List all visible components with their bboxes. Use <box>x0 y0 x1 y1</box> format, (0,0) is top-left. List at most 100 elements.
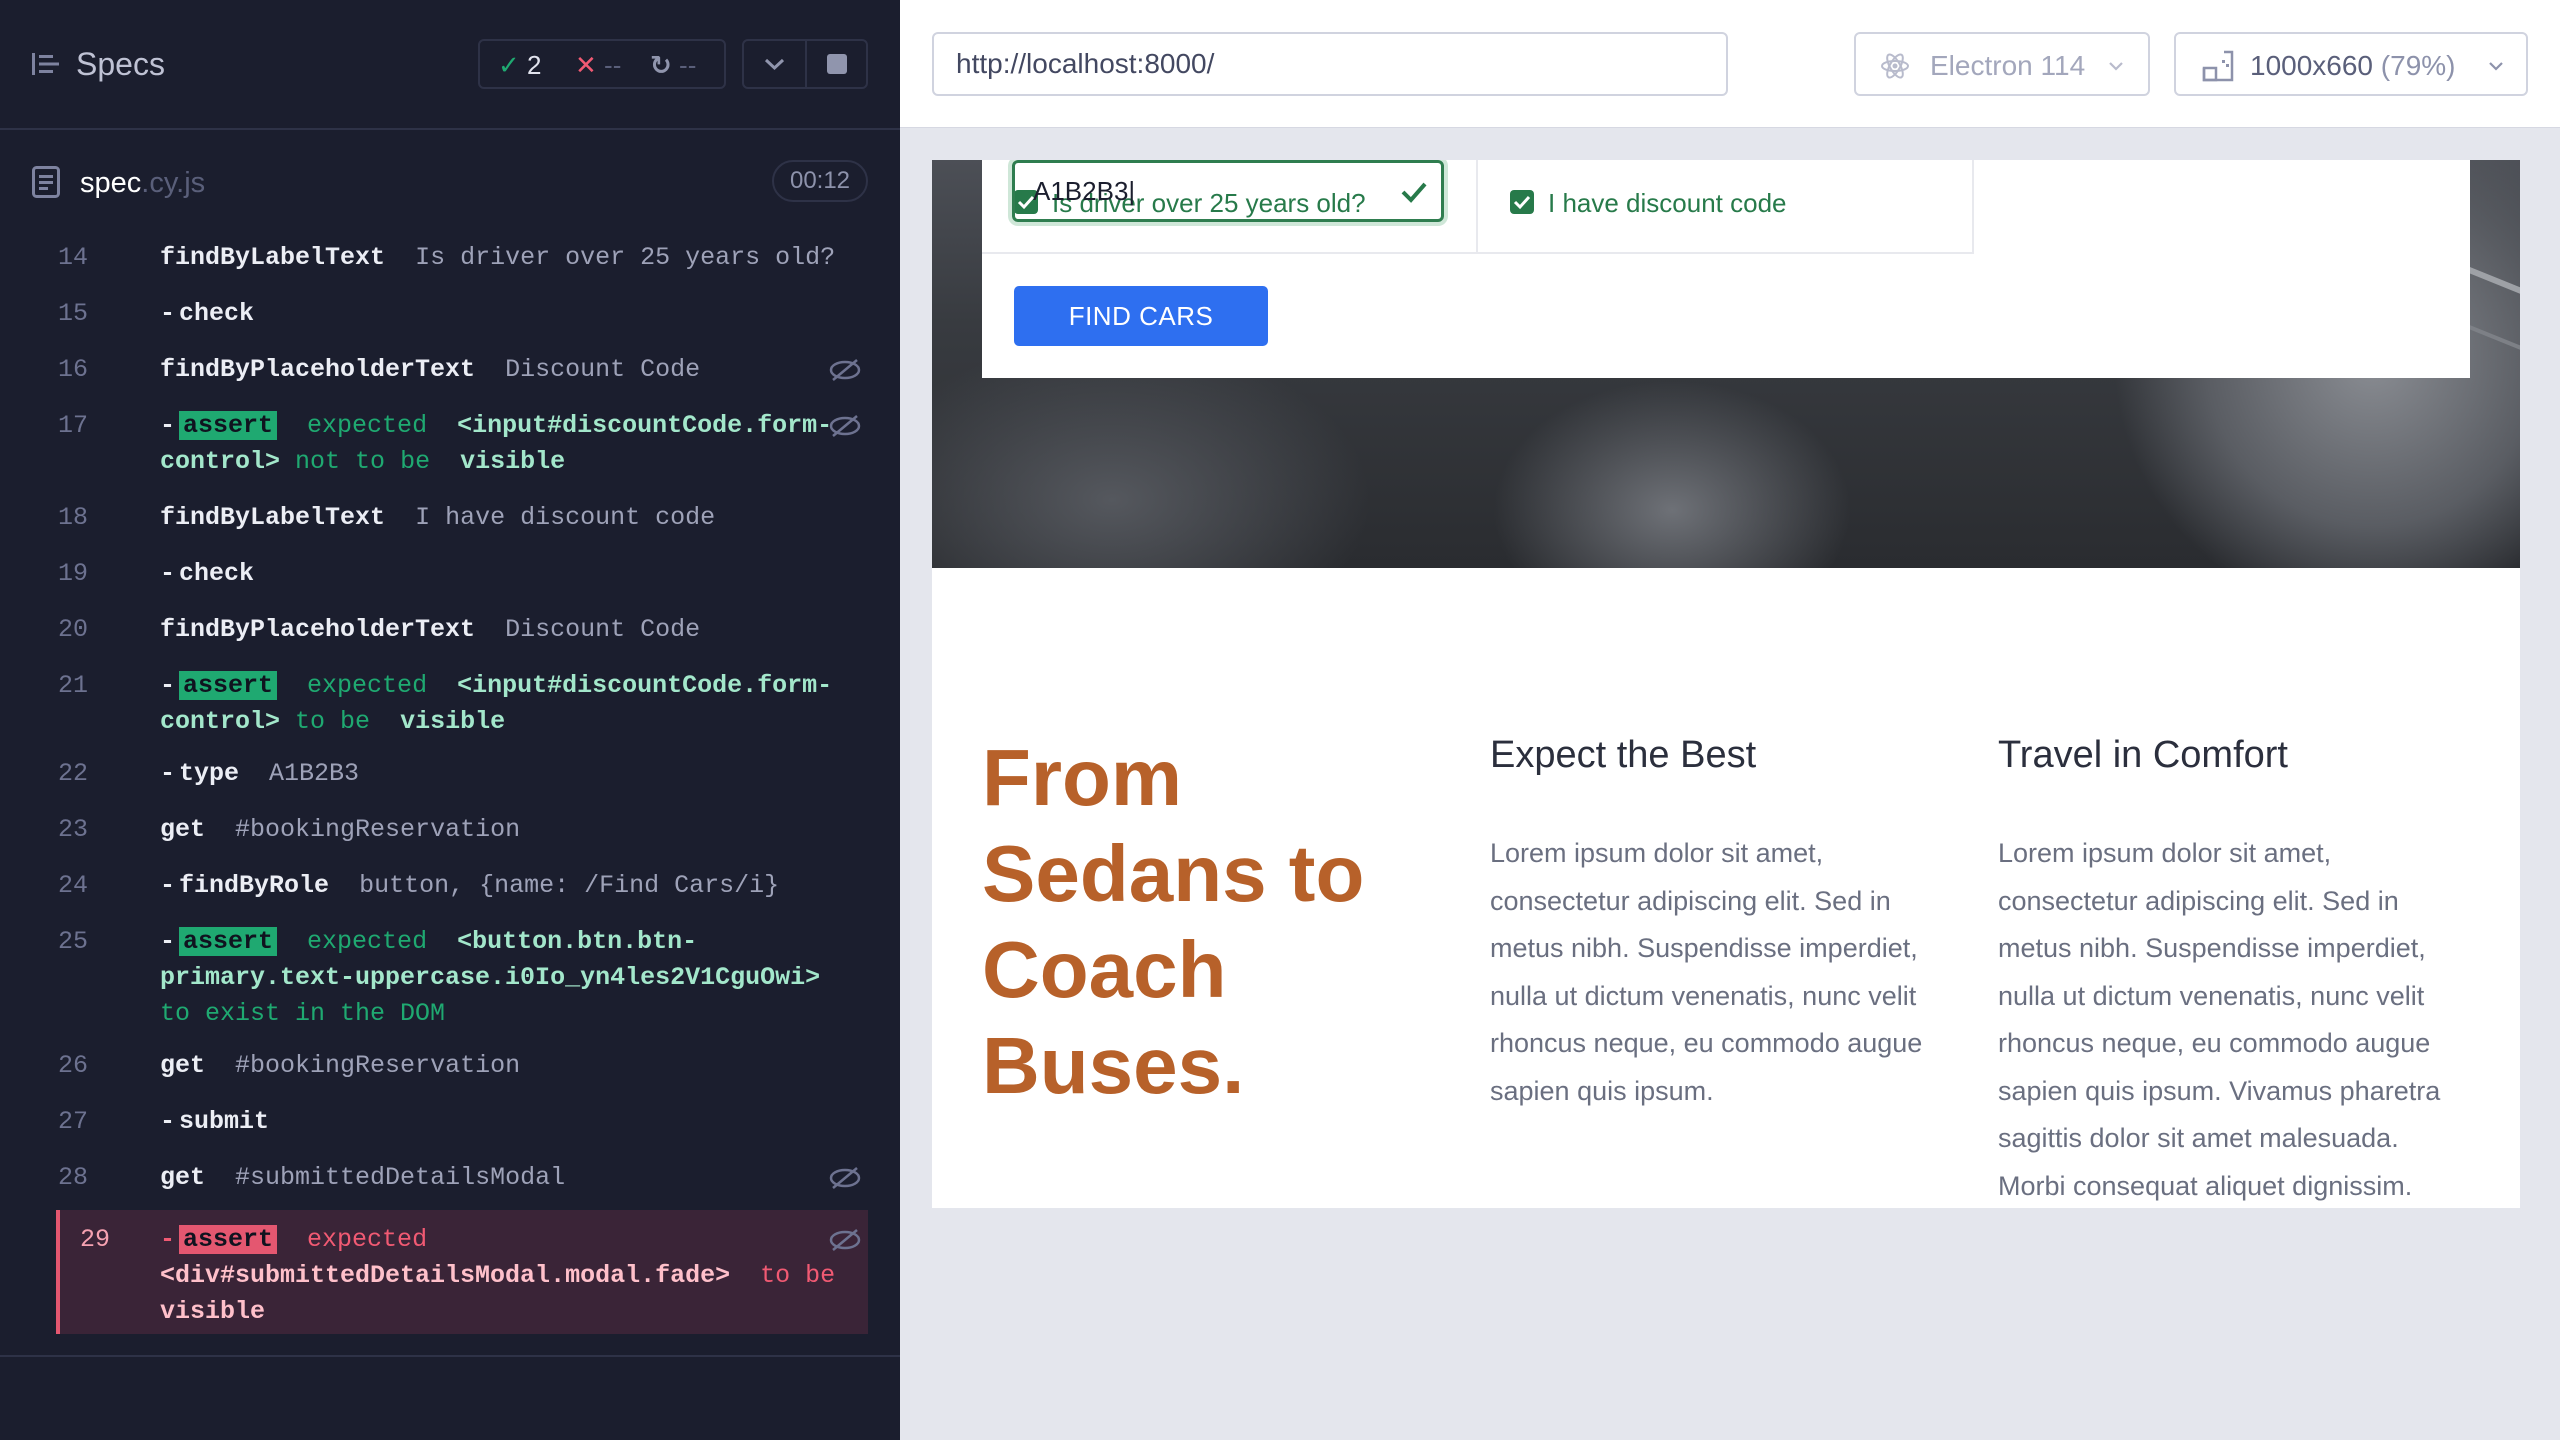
line-number: 14 <box>58 243 89 272</box>
hidden-eye-icon <box>829 1229 861 1251</box>
command-log-panel: Specs ✓ 2 ✕ -- ↻ -- spec.cy.js 00:12 14 … <box>0 0 900 1440</box>
x-icon: ✕ <box>575 50 597 80</box>
command-name: get <box>160 1051 206 1080</box>
test-stats: ✓ 2 ✕ -- ↻ -- <box>478 39 726 89</box>
line-number: 24 <box>58 871 89 900</box>
assert-text: expected <box>307 1225 428 1254</box>
auto-scroll-button[interactable] <box>744 41 805 87</box>
assert-value: visible <box>400 707 506 736</box>
hidden-eye-icon <box>829 359 861 381</box>
specs-title[interactable]: Specs <box>76 46 165 83</box>
line-number: 23 <box>58 815 89 844</box>
failed-count: ✕ -- <box>575 50 621 81</box>
assert-badge: assert <box>179 411 278 440</box>
line-number: 25 <box>58 927 89 956</box>
command-arg: A1B2B3 <box>269 759 360 788</box>
command-arg: #bookingReservation <box>235 1051 521 1080</box>
discount-checkbox[interactable] <box>1510 190 1534 214</box>
check-icon: ✓ <box>498 50 520 80</box>
discount-label[interactable]: I have discount code <box>1548 188 1787 219</box>
line-number: 18 <box>58 503 89 532</box>
line-number: 15 <box>58 299 89 328</box>
feature-title: Travel in Comfort <box>1998 734 2288 776</box>
assert-text: to be <box>760 1261 836 1290</box>
line-number: 21 <box>58 671 89 700</box>
assert-text: to be <box>295 707 371 736</box>
line-number: 19 <box>58 559 89 588</box>
command-name: check <box>179 559 255 588</box>
line-number: 26 <box>58 1051 89 1080</box>
passed-value: 2 <box>527 50 542 80</box>
command-arg: #bookingReservation <box>235 815 521 844</box>
command-arg: button, {name: /Find Cars/i} <box>359 871 780 900</box>
discount-code-input[interactable]: A1B2B3| <box>1012 160 1444 222</box>
browser-name: Electron 114 <box>1930 50 2086 81</box>
application-under-test: Is driver over 25 years old? I have disc… <box>932 160 2520 1208</box>
viewport-zoom: (79%) <box>2380 50 2456 81</box>
viewport-selector[interactable]: 1000x660 (79%) <box>2174 32 2528 96</box>
feature-title: Expect the Best <box>1490 734 1757 776</box>
run-controls <box>742 39 868 89</box>
find-cars-button[interactable]: FIND CARS <box>1014 286 1268 346</box>
assert-text: not to be <box>295 447 431 476</box>
discount-option[interactable]: I have discount code <box>1478 160 1974 254</box>
spec-file-name[interactable]: spec.cy.js <box>80 167 205 200</box>
assert-subject: <div#submittedDetailsModal.modal.fade> <box>160 1261 731 1290</box>
command-arg: I have discount code <box>415 503 716 532</box>
line-number: 27 <box>58 1107 89 1136</box>
failed-value: -- <box>604 50 622 80</box>
viewport-dimensions: 1000x660 <box>2250 50 2374 81</box>
line-number: 22 <box>58 759 89 788</box>
stop-button[interactable] <box>807 41 868 87</box>
command-name: findByLabelText <box>160 503 386 532</box>
command-name: findByPlaceholderText <box>160 615 476 644</box>
assert-badge: assert <box>179 1225 278 1254</box>
url-field[interactable]: http://localhost:8000/ <box>932 32 1728 96</box>
line-number: 29 <box>80 1225 111 1254</box>
hidden-eye-icon <box>829 1167 861 1189</box>
line-number: 17 <box>58 411 89 440</box>
stop-icon <box>827 54 847 74</box>
command-name: findByLabelText <box>160 243 386 272</box>
assert-badge: assert <box>179 671 278 700</box>
assert-text: expected <box>307 671 428 700</box>
chevron-down-icon <box>2489 62 2503 71</box>
assert-text: expected <box>307 927 428 956</box>
command-name: findByRole <box>179 871 330 900</box>
headline: From Sedans to Coach Buses. <box>982 733 1365 1110</box>
line-number: 28 <box>58 1163 89 1192</box>
passed-count: ✓ 2 <box>498 50 542 81</box>
viewport-icon <box>2202 50 2234 82</box>
assert-text: expected <box>307 411 428 440</box>
command-row-failed[interactable]: 29 - assert expected <div#submittedDetail… <box>56 1210 868 1334</box>
command-name: get <box>160 1163 206 1192</box>
assert-value: visible <box>460 447 566 476</box>
file-base-name: spec <box>80 167 142 199</box>
check-icon <box>1513 195 1531 210</box>
divider <box>0 1355 900 1357</box>
assert-value: visible <box>160 1297 266 1326</box>
command-name: submit <box>179 1107 270 1136</box>
valid-check-icon <box>1401 182 1427 203</box>
chevron-down-icon <box>2109 62 2123 71</box>
run-duration: 00:12 <box>772 160 868 202</box>
specs-header: Specs ✓ 2 ✕ -- ↻ -- <box>0 0 900 130</box>
app-preview-panel: http://localhost:8000/ Electron 114 1000… <box>900 0 2560 1440</box>
booking-form: Is driver over 25 years old? I have disc… <box>982 160 2470 378</box>
line-number: 20 <box>58 615 89 644</box>
feature-text: Lorem ipsum dolor sit amet, consectetur … <box>1998 838 2441 1201</box>
hidden-eye-icon <box>829 415 861 437</box>
file-extension: .cy.js <box>141 167 206 199</box>
command-name: findByPlaceholderText <box>160 355 476 384</box>
line-number: 16 <box>58 355 89 384</box>
command-name: check <box>179 299 255 328</box>
command-name: get <box>160 815 206 844</box>
sidebar-toggle-icon[interactable] <box>32 50 62 78</box>
spinner-icon: ↻ <box>650 50 672 80</box>
feature-text: Lorem ipsum dolor sit amet, consectetur … <box>1490 838 1923 1106</box>
electron-icon <box>1881 53 1909 79</box>
preview-toolbar: http://localhost:8000/ Electron 114 1000… <box>900 0 2560 128</box>
browser-selector[interactable]: Electron 114 <box>1854 32 2150 96</box>
command-list: 14 findByLabelText Is driver over 25 yea… <box>56 240 868 1335</box>
spec-file-row: spec.cy.js 00:12 <box>0 132 900 232</box>
